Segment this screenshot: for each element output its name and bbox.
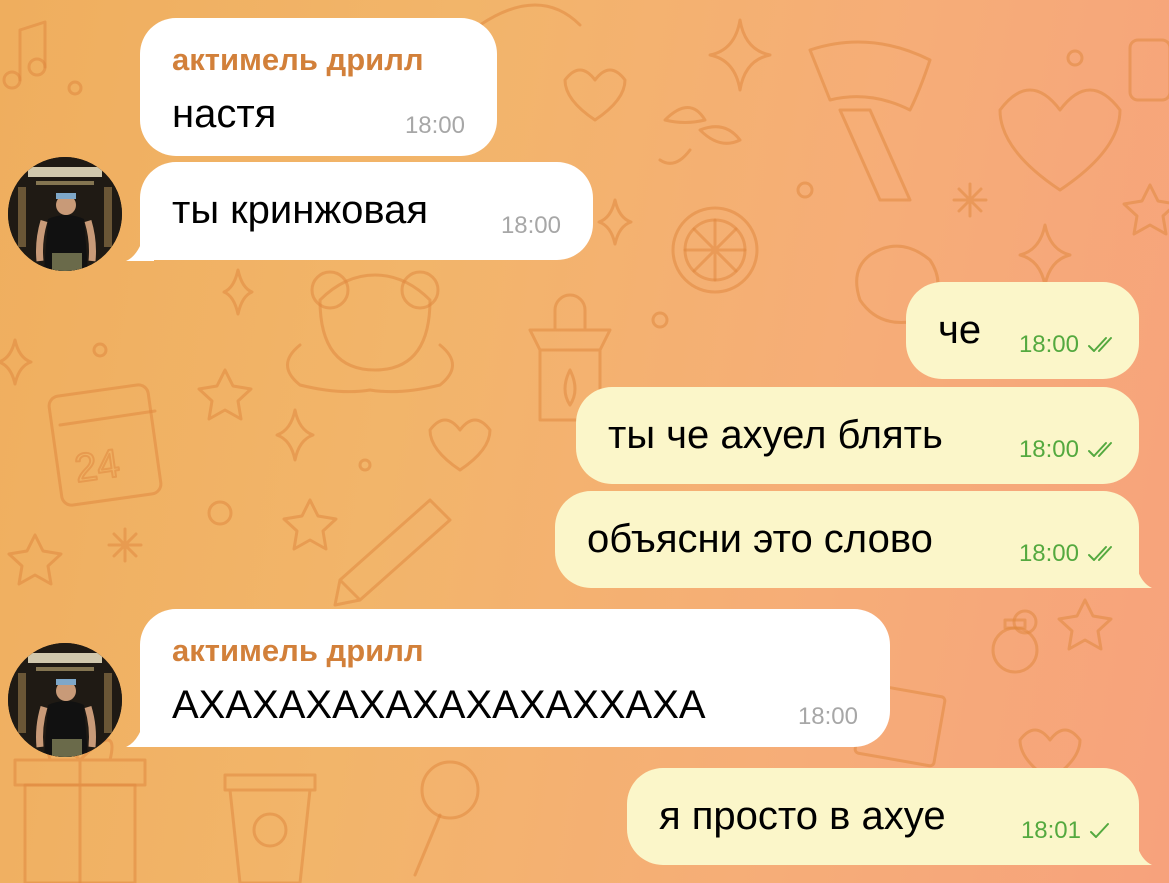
time-label: 18:00 xyxy=(500,212,561,239)
sender-avatar[interactable] xyxy=(8,643,122,757)
message-text: АХАХАХАХАХАХАХАХХАХА xyxy=(172,683,706,727)
message-bubble-incoming[interactable]: актимель дрилл настя 18:00 xyxy=(140,18,497,156)
message-time: 18:00 xyxy=(501,212,561,240)
message-text: я просто в ахуе xyxy=(659,794,946,838)
message-status: 18:00 xyxy=(1019,540,1117,568)
bubble-tail xyxy=(126,714,154,747)
message-text: объясни это слово xyxy=(587,517,933,561)
message-status: 18:01 xyxy=(1021,817,1111,845)
svg-text:24: 24 xyxy=(72,441,122,491)
time-label: 18:01 xyxy=(1020,817,1081,844)
sender-name[interactable]: актимель дрилл xyxy=(172,42,424,78)
message-text: ты кринжовая xyxy=(172,188,429,232)
message-bubble-outgoing[interactable]: че 18:00 xyxy=(906,282,1139,379)
message-text: че xyxy=(938,308,982,352)
time-label: 18:00 xyxy=(1018,540,1079,567)
message-text: настя xyxy=(172,92,277,136)
double-check-icon xyxy=(1088,337,1112,352)
single-check-icon xyxy=(1090,823,1109,838)
message-status: 18:00 xyxy=(1019,331,1117,359)
message-bubble-incoming[interactable]: ты кринжовая 18:00 xyxy=(140,162,593,260)
bubble-tail xyxy=(1126,832,1152,865)
message-bubble-outgoing[interactable]: ты че ахуел блять 18:00 xyxy=(576,387,1139,484)
bubble-tail xyxy=(1126,555,1152,588)
message-time: 18:00 xyxy=(798,703,858,731)
message-bubble-outgoing[interactable]: я просто в ахуе 18:01 xyxy=(627,768,1139,865)
double-check-icon xyxy=(1088,442,1112,457)
double-check-icon xyxy=(1088,546,1112,561)
bubble-tail xyxy=(126,228,154,261)
message-bubble-incoming[interactable]: актимель дрилл АХАХАХАХАХАХАХАХХАХА 18:0… xyxy=(140,609,890,747)
message-status: 18:00 xyxy=(1019,436,1117,464)
message-text: ты че ахуел блять xyxy=(608,413,943,457)
message-bubble-outgoing[interactable]: объясни это слово 18:00 xyxy=(555,491,1139,588)
time-label: 18:00 xyxy=(404,112,465,139)
time-label: 18:00 xyxy=(1018,436,1079,463)
sender-name[interactable]: актимель дрилл xyxy=(172,633,424,669)
time-label: 18:00 xyxy=(1018,331,1079,358)
sender-avatar[interactable] xyxy=(8,157,122,271)
message-time: 18:00 xyxy=(405,112,465,140)
time-label: 18:00 xyxy=(797,703,858,730)
